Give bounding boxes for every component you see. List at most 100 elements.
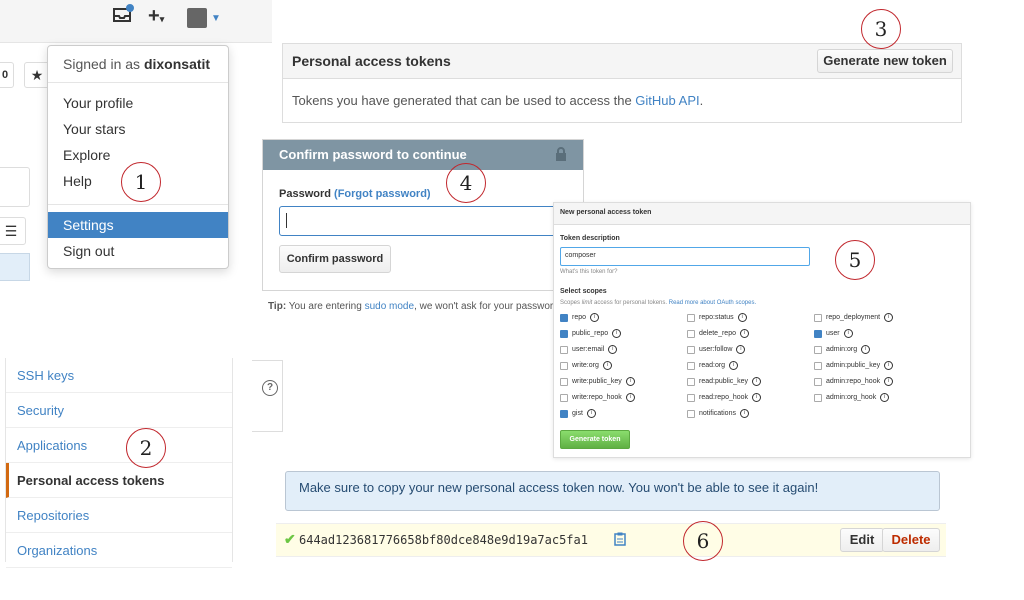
- scope-public-repo[interactable]: public_repo i: [560, 329, 622, 338]
- scope-user-email[interactable]: user:email i: [560, 345, 618, 354]
- scope-repo-deployment[interactable]: repo_deployment i: [814, 313, 894, 322]
- notification-badge: [126, 4, 134, 12]
- scope-checkbox[interactable]: [687, 313, 695, 322]
- scope-repo[interactable]: repo i: [560, 313, 600, 322]
- confirm-password-button[interactable]: Confirm password: [279, 245, 391, 273]
- side-box: [0, 167, 30, 207]
- info-icon: i: [602, 361, 612, 370]
- scope-checkbox[interactable]: [560, 377, 568, 386]
- scope-write-public-key[interactable]: write:public_key i: [560, 377, 635, 386]
- scope-checkbox[interactable]: [814, 345, 822, 354]
- menu-explore[interactable]: Explore: [63, 147, 110, 163]
- oauth-scopes-link[interactable]: Read more about OAuth scopes.: [669, 300, 756, 306]
- menu-your-profile[interactable]: Your profile: [63, 95, 133, 111]
- scope-label: write:repo_hook: [572, 394, 622, 401]
- scope-checkbox[interactable]: [687, 409, 695, 418]
- edit-token-button[interactable]: Edit: [840, 528, 884, 552]
- clipboard-icon[interactable]: [614, 532, 626, 551]
- avatar[interactable]: [187, 8, 207, 28]
- scope-label: gist: [572, 410, 583, 417]
- scope-write-org[interactable]: write:org i: [560, 361, 612, 370]
- scope-checkbox[interactable]: [814, 393, 822, 402]
- plus-icon[interactable]: +▾: [148, 5, 164, 28]
- scope-label: repo_deployment: [826, 314, 881, 321]
- scope-admin-org[interactable]: admin:org i: [814, 345, 871, 354]
- tokens-description: Tokens you have generated that can be us…: [292, 93, 704, 108]
- menu-help[interactable]: Help: [63, 173, 92, 189]
- callout-1: 1: [121, 162, 161, 202]
- caret-down-icon[interactable]: ▼: [211, 13, 221, 24]
- scope-admin-org-hook[interactable]: admin:org_hook i: [814, 393, 890, 402]
- menu-your-stars[interactable]: Your stars: [63, 121, 126, 137]
- scope-label: write:public_key: [572, 378, 622, 385]
- scope-checkbox[interactable]: [687, 329, 695, 338]
- sidebar-item-applications[interactable]: Applications: [6, 428, 232, 463]
- scope-read-repo-hook[interactable]: read:repo_hook i: [687, 393, 762, 402]
- list-icon[interactable]: ☰: [0, 217, 26, 245]
- info-icon: i: [739, 409, 749, 418]
- sidebar-item-repositories[interactable]: Repositories: [6, 498, 232, 533]
- scope-checkbox[interactable]: [560, 393, 568, 402]
- scope-checkbox[interactable]: [814, 313, 822, 322]
- notice-text: Make sure to copy your new personal acce…: [299, 480, 819, 495]
- username: dixonsatit: [143, 56, 211, 72]
- scope-label: user:follow: [699, 346, 733, 353]
- scope-repo-status[interactable]: repo:status i: [687, 313, 747, 322]
- delete-token-button[interactable]: Delete: [882, 528, 940, 552]
- select-scopes-label: Select scopes: [560, 288, 607, 295]
- scope-label: user: [826, 330, 840, 337]
- password-label: Password (Forgot password): [279, 188, 431, 200]
- confirm-password-panel: Confirm password to continue Password (F…: [262, 139, 584, 291]
- scope-checkbox[interactable]: [687, 377, 695, 386]
- scope-checkbox[interactable]: [560, 361, 568, 370]
- callout-4: 4: [446, 163, 486, 203]
- info-icon: i: [880, 393, 890, 402]
- scope-admin-repo-hook[interactable]: admin:repo_hook i: [814, 377, 894, 386]
- callout-5: 5: [835, 240, 875, 280]
- github-api-link[interactable]: GitHub API: [635, 93, 699, 108]
- sidebar-item-ssh-keys[interactable]: SSH keys: [6, 358, 232, 393]
- tokens-title: Personal access tokens: [292, 53, 451, 69]
- scope-delete-repo[interactable]: delete_repo i: [687, 329, 749, 338]
- menu-settings[interactable]: Settings: [63, 217, 114, 233]
- check-icon: ✔: [284, 531, 296, 547]
- callout-2: 2: [126, 428, 166, 468]
- password-input[interactable]: [279, 206, 571, 236]
- scope-checkbox[interactable]: [560, 329, 568, 338]
- scope-checkbox[interactable]: [560, 345, 568, 354]
- info-icon: i: [861, 345, 871, 354]
- user-menu: Signed in as dixonsatit Your profile You…: [47, 45, 229, 269]
- scope-checkbox[interactable]: [814, 377, 822, 386]
- scope-label: delete_repo: [699, 330, 736, 337]
- scope-checkbox[interactable]: [560, 409, 568, 418]
- scope-user[interactable]: user i: [814, 329, 853, 338]
- new-token-header: New personal access token: [554, 203, 970, 225]
- scope-write-repo-hook[interactable]: write:repo_hook i: [560, 393, 635, 402]
- scope-label: read:org: [699, 362, 726, 369]
- scope-checkbox[interactable]: [687, 361, 695, 370]
- sudo-mode-link[interactable]: sudo mode: [365, 301, 414, 312]
- scope-checkbox[interactable]: [687, 393, 695, 402]
- question-icon[interactable]: ?: [262, 380, 278, 396]
- sidebar-item-personal-access-tokens[interactable]: Personal access tokens: [6, 463, 232, 498]
- scope-checkbox[interactable]: [687, 345, 695, 354]
- scope-read-org[interactable]: read:org i: [687, 361, 739, 370]
- generate-token-button[interactable]: Generate token: [560, 430, 630, 449]
- token-description-input[interactable]: composer: [560, 247, 810, 266]
- scope-checkbox[interactable]: [560, 313, 568, 322]
- sidebar-item-organizations[interactable]: Organizations: [6, 533, 232, 568]
- scope-checkbox[interactable]: [814, 361, 822, 370]
- generate-new-token-button[interactable]: Generate new token: [817, 49, 953, 73]
- scope-label: admin:org_hook: [826, 394, 877, 401]
- scope-notifications[interactable]: notifications i: [687, 409, 749, 418]
- scope-label: notifications: [699, 410, 736, 417]
- scope-user-follow[interactable]: user:follow i: [687, 345, 746, 354]
- sidebar-item-security[interactable]: Security: [6, 393, 232, 428]
- scope-checkbox[interactable]: [814, 329, 822, 338]
- scope-admin-public-key[interactable]: admin:public_key i: [814, 361, 894, 370]
- forgot-password-link[interactable]: (Forgot password): [334, 188, 431, 200]
- scope-label: read:public_key: [699, 378, 749, 385]
- scope-gist[interactable]: gist i: [560, 409, 596, 418]
- menu-sign-out[interactable]: Sign out: [63, 243, 114, 259]
- scope-read-public-key[interactable]: read:public_key i: [687, 377, 762, 386]
